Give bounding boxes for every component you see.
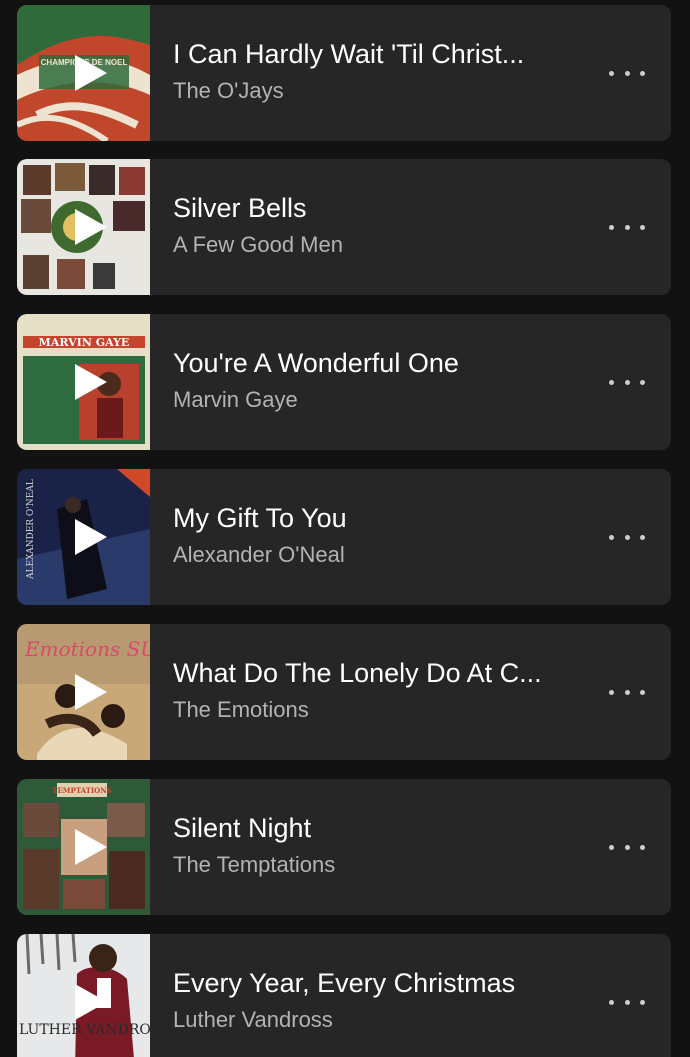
- more-options-icon[interactable]: [609, 829, 645, 865]
- track-row[interactable]: ALEXANDER O'NEAL My Gift To You Alexande…: [17, 469, 671, 605]
- track-artist[interactable]: Marvin Gaye: [173, 386, 583, 414]
- track-artist[interactable]: Alexander O'Neal: [173, 541, 583, 569]
- more-options-icon[interactable]: [609, 519, 645, 555]
- track-row[interactable]: CHAMPIONS DE NOEL I Can Hardly Wait 'Til…: [17, 5, 671, 141]
- album-art[interactable]: TEMPTATIONS: [17, 779, 150, 915]
- art-caption: MARVIN GAYE: [39, 336, 130, 349]
- art-caption: Emotions SUNSHINE: [24, 637, 150, 661]
- more-options-icon[interactable]: [609, 674, 645, 710]
- track-title: I Can Hardly Wait 'Til Christ...: [173, 39, 525, 69]
- album-art[interactable]: MARVIN GAYE: [17, 314, 150, 450]
- album-art[interactable]: Emotions SUNSHINE: [17, 624, 150, 760]
- play-icon[interactable]: [69, 672, 109, 712]
- track-title: My Gift To You: [173, 503, 347, 533]
- more-options-icon[interactable]: [609, 209, 645, 245]
- track-title: Silent Night: [173, 813, 312, 843]
- track-artist[interactable]: The Emotions: [173, 696, 583, 724]
- track-row[interactable]: Silver Bells A Few Good Men: [17, 159, 671, 295]
- play-icon[interactable]: [69, 982, 109, 1022]
- track-title: Every Year, Every Christmas: [173, 968, 516, 998]
- track-title: What Do The Lonely Do At C...: [173, 658, 542, 688]
- more-options-icon[interactable]: [609, 984, 645, 1020]
- track-artist[interactable]: The O'Jays: [173, 77, 583, 105]
- album-art[interactable]: CHAMPIONS DE NOEL: [17, 5, 150, 141]
- art-caption: TEMPTATIONS: [52, 786, 111, 795]
- track-artist[interactable]: The Temptations: [173, 851, 583, 879]
- play-icon[interactable]: [69, 207, 109, 247]
- track-title: Silver Bells: [173, 193, 307, 223]
- album-art[interactable]: [17, 159, 150, 295]
- track-title: You're A Wonderful One: [173, 348, 459, 378]
- art-caption: LUTHER VANDROSS: [19, 1022, 150, 1038]
- play-icon[interactable]: [69, 827, 109, 867]
- track-row[interactable]: TEMPTATIONS Silent Night The Temptations: [17, 779, 671, 915]
- album-art[interactable]: ALEXANDER O'NEAL: [17, 469, 150, 605]
- play-icon[interactable]: [69, 517, 109, 557]
- track-row[interactable]: MARVIN GAYE You're A Wonderful One Marvi…: [17, 314, 671, 450]
- track-artist[interactable]: A Few Good Men: [173, 231, 583, 259]
- more-options-icon[interactable]: [609, 364, 645, 400]
- play-icon[interactable]: [69, 362, 109, 402]
- play-icon[interactable]: [69, 53, 109, 93]
- album-art[interactable]: LUTHER VANDROSS: [17, 934, 150, 1057]
- track-artist[interactable]: Luther Vandross: [173, 1006, 583, 1034]
- track-list: CHAMPIONS DE NOEL I Can Hardly Wait 'Til…: [0, 0, 690, 1057]
- art-caption: ALEXANDER O'NEAL: [26, 479, 36, 580]
- track-row[interactable]: Emotions SUNSHINE What Do The Lonely Do …: [17, 624, 671, 760]
- track-row[interactable]: LUTHER VANDROSS Every Year, Every Christ…: [17, 934, 671, 1057]
- more-options-icon[interactable]: [609, 55, 645, 91]
